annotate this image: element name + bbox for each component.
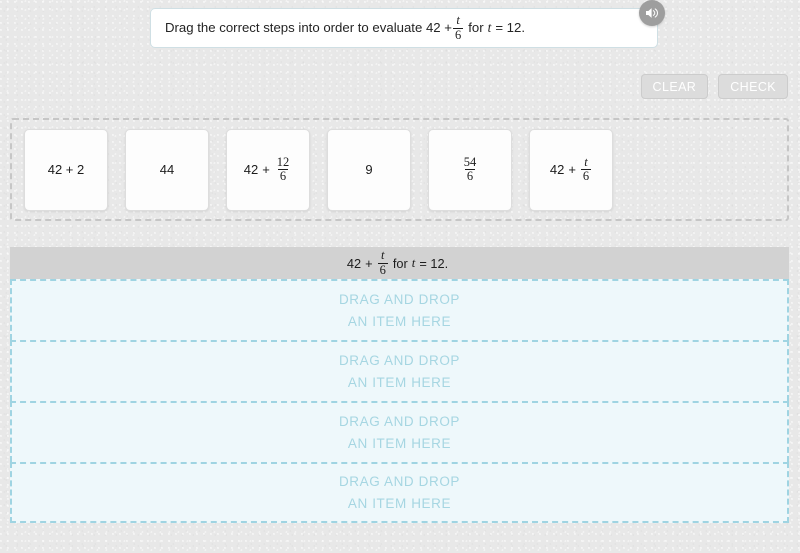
answer-header-variable: t bbox=[411, 255, 416, 270]
instruction-value: = 12. bbox=[495, 20, 526, 36]
tile-content: 54 6 bbox=[461, 154, 480, 183]
answer-header-numerator: t bbox=[380, 248, 385, 263]
tile-fraction-denominator: 6 bbox=[277, 169, 289, 183]
answer-header-lead: 42 bbox=[346, 255, 362, 271]
dropzone-line-2: AN ITEM HERE bbox=[347, 495, 452, 511]
instruction-fraction: t 6 bbox=[453, 13, 464, 42]
answer-header: 42 + t 6 for t = 12. bbox=[10, 247, 789, 279]
clear-button[interactable]: CLEAR bbox=[640, 74, 709, 99]
dropzone-line-2: AN ITEM HERE bbox=[347, 435, 452, 451]
draggable-tile[interactable]: 44 bbox=[125, 128, 209, 211]
instruction-text: Drag the correct steps into order to eva… bbox=[165, 14, 529, 41]
instruction-prefix: Drag the correct steps into order to eva… bbox=[165, 20, 452, 36]
tile-content: 42 + t 6 bbox=[549, 154, 592, 183]
tile-fraction-numerator: t bbox=[584, 154, 588, 169]
tile-lead-term: 42 bbox=[243, 162, 259, 177]
dropzone[interactable]: DRAG AND DROP AN ITEM HERE bbox=[10, 462, 789, 523]
instruction-fraction-numerator: t bbox=[456, 13, 460, 28]
dropzone-line-2: AN ITEM HERE bbox=[347, 374, 452, 390]
tile-fraction: t6 bbox=[580, 154, 592, 183]
tile-bank: 42 + 2 44 42 +12 6 9 54 6 42 + t 6 bbox=[10, 118, 789, 221]
answer-header-for-word: for bbox=[392, 255, 408, 271]
tile-fraction-denominator: 6 bbox=[580, 169, 592, 183]
tile-content: 42 +12 6 bbox=[243, 154, 293, 183]
draggable-tile[interactable]: 54 6 bbox=[428, 128, 512, 211]
check-button[interactable]: CHECK bbox=[718, 74, 788, 99]
tile-text: 44 bbox=[159, 162, 175, 177]
tile-text: 42 + 2 bbox=[47, 162, 85, 177]
answer-header-value: = 12. bbox=[419, 255, 449, 271]
instruction-variable: t bbox=[487, 20, 492, 36]
dropzone[interactable]: DRAG AND DROP AN ITEM HERE bbox=[10, 279, 789, 340]
dropzone-line-1: DRAG AND DROP bbox=[338, 473, 461, 489]
dropzone[interactable]: DRAG AND DROP AN ITEM HERE bbox=[10, 340, 789, 401]
tile-fraction-numerator: 12 bbox=[276, 154, 290, 169]
instruction-fraction-denominator: 6 bbox=[453, 27, 464, 42]
draggable-tile[interactable]: 42 + 2 bbox=[24, 128, 108, 211]
dropzone-line-1: DRAG AND DROP bbox=[338, 291, 461, 307]
answer-header-fraction: t 6 bbox=[377, 248, 388, 277]
tile-operator: + bbox=[262, 162, 270, 177]
action-buttons: CLEAR CHECK bbox=[640, 74, 788, 99]
tile-fraction: 12 6 bbox=[275, 154, 292, 183]
answer-header-denominator: 6 bbox=[377, 262, 388, 277]
draggable-tile[interactable]: 42 +12 6 bbox=[226, 128, 310, 211]
tile-content: 42 + 2 bbox=[48, 162, 85, 177]
answer-header-operator: + bbox=[365, 255, 373, 271]
instruction-box: Drag the correct steps into order to eva… bbox=[150, 8, 658, 48]
instruction-for-word: for bbox=[468, 20, 484, 36]
dropzone-line-1: DRAG AND DROP bbox=[338, 352, 461, 368]
dropzone-line-1: DRAG AND DROP bbox=[338, 413, 461, 429]
tile-fraction-denominator: 6 bbox=[464, 169, 476, 183]
tile-content: 44 bbox=[160, 162, 174, 177]
tile-lead-term: 42 bbox=[549, 162, 565, 177]
tile-fraction: 54 6 bbox=[462, 154, 479, 183]
tile-text: 9 bbox=[365, 162, 373, 177]
dropzone[interactable]: DRAG AND DROP AN ITEM HERE bbox=[10, 401, 789, 462]
draggable-tile[interactable]: 42 + t 6 bbox=[529, 128, 613, 211]
tile-content: 9 bbox=[365, 162, 372, 177]
tile-fraction-numerator: 54 bbox=[463, 154, 477, 169]
tile-operator: + bbox=[568, 162, 576, 177]
dropzone-line-2: AN ITEM HERE bbox=[347, 313, 452, 329]
draggable-tile[interactable]: 9 bbox=[327, 128, 411, 211]
speaker-icon[interactable] bbox=[639, 0, 665, 26]
dropzone-list: DRAG AND DROP AN ITEM HERE DRAG AND DROP AN… bbox=[10, 279, 789, 523]
